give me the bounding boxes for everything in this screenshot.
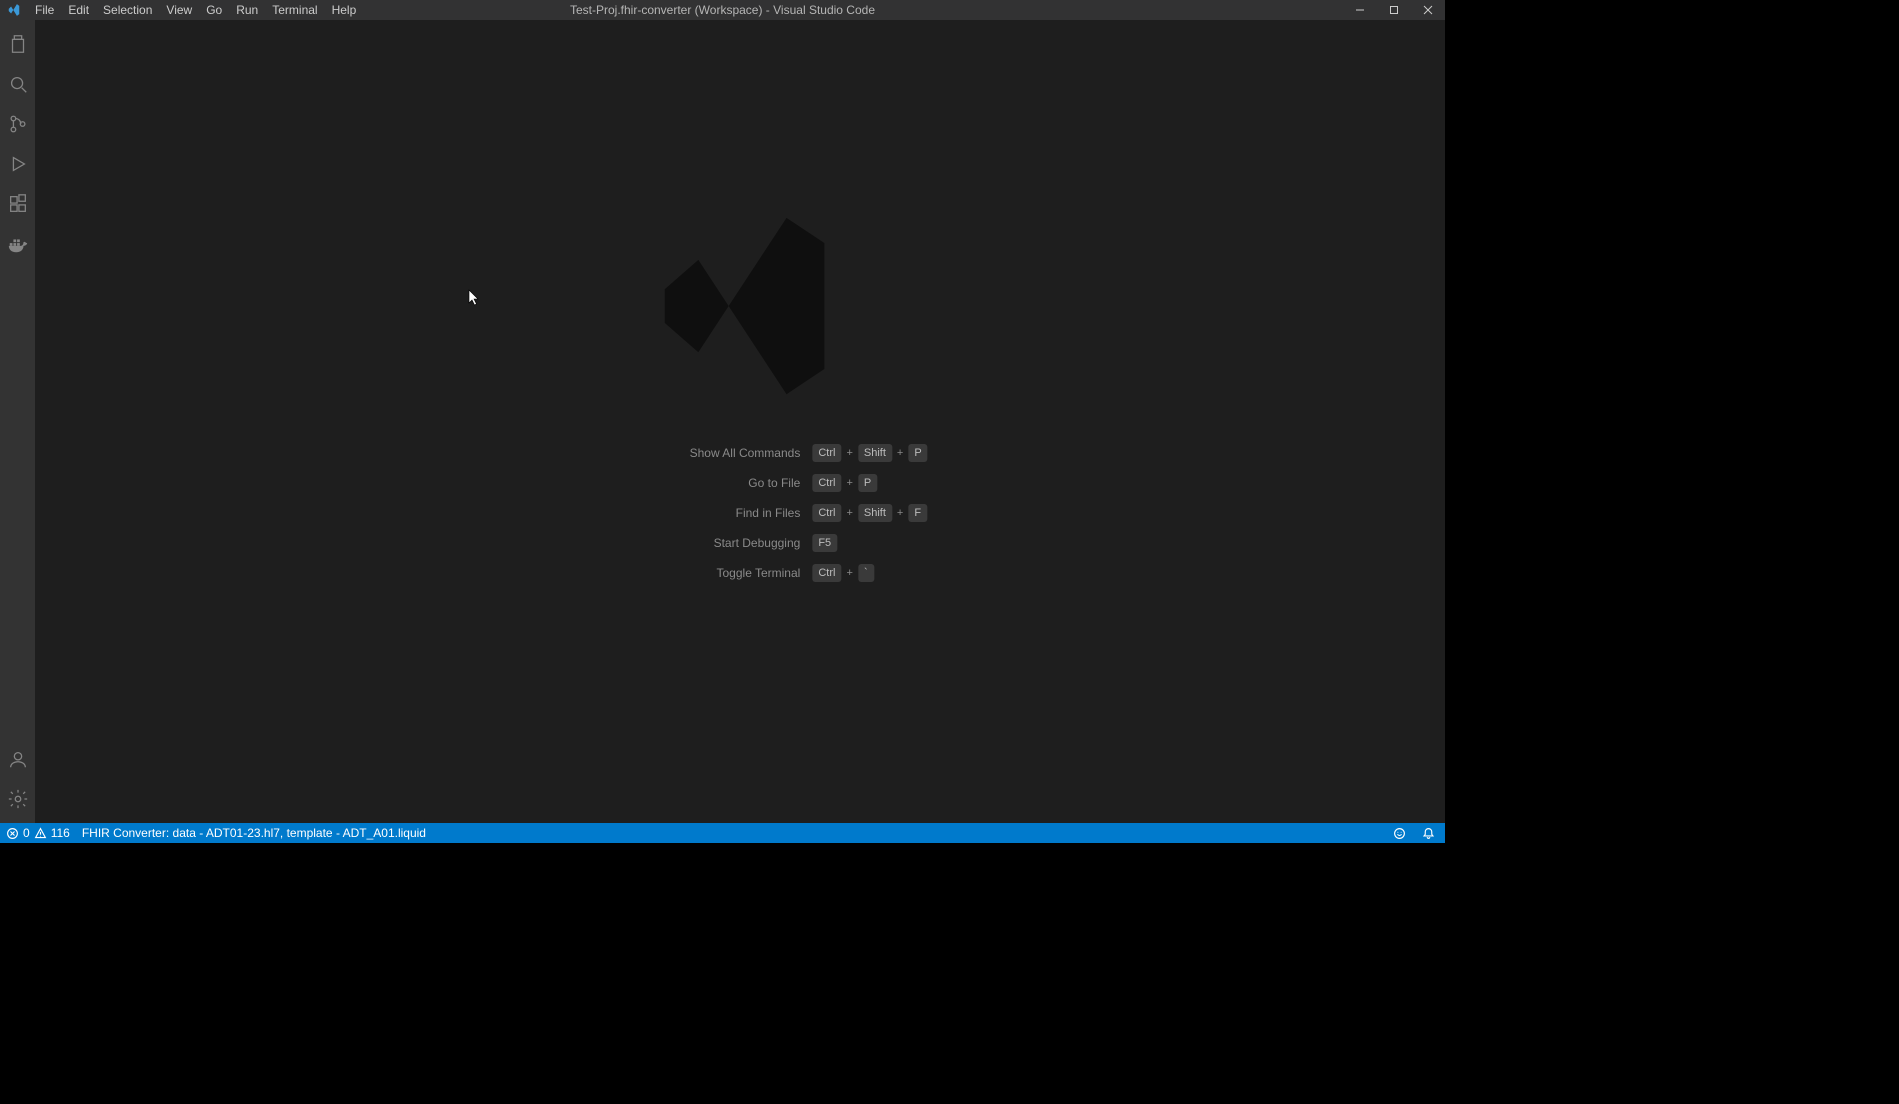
extensions-icon[interactable] (0, 184, 35, 224)
plus: + (896, 447, 904, 459)
key: P (908, 444, 927, 462)
key: Ctrl (812, 504, 841, 522)
vscode-logo-watermark (635, 201, 845, 414)
menu-selection[interactable]: Selection (96, 0, 159, 20)
window-minimize-button[interactable] (1343, 0, 1377, 20)
plus: + (845, 567, 853, 579)
status-fhir-converter[interactable]: FHIR Converter: data - ADT01-23.hl7, tem… (76, 823, 432, 843)
watermark: Show All Commands Ctrl + Shift + P Go to… (552, 201, 927, 582)
warning-count: 116 (51, 826, 70, 840)
warning-icon (34, 827, 47, 840)
gear-icon[interactable] (0, 779, 35, 819)
shortcut-hints: Show All Commands Ctrl + Shift + P Go to… (552, 444, 927, 582)
shortcut-row: Start Debugging F5 (552, 534, 927, 552)
shortcut-row: Find in Files Ctrl + Shift + F (552, 504, 927, 522)
source-control-icon[interactable] (0, 104, 35, 144)
shortcut-row: Show All Commands Ctrl + Shift + P (552, 444, 927, 462)
status-bell-icon[interactable] (1416, 823, 1441, 843)
menu-run[interactable]: Run (229, 0, 265, 20)
shortcut-label: Show All Commands (552, 446, 812, 460)
shortcut-keys: Ctrl + P (812, 474, 877, 492)
shortcut-keys: Ctrl + Shift + F (812, 504, 927, 522)
error-count: 0 (23, 826, 30, 840)
menu-view[interactable]: View (159, 0, 199, 20)
shortcut-row: Go to File Ctrl + P (552, 474, 927, 492)
status-fhir-text: FHIR Converter: data - ADT01-23.hl7, tem… (82, 826, 426, 840)
window-close-button[interactable] (1411, 0, 1445, 20)
shortcut-keys: F5 (812, 534, 837, 552)
key: Ctrl (812, 474, 841, 492)
search-icon[interactable] (0, 64, 35, 104)
plus: + (845, 507, 853, 519)
editor-empty-area: Show All Commands Ctrl + Shift + P Go to… (35, 20, 1445, 823)
key: Ctrl (812, 564, 841, 582)
shortcut-label: Toggle Terminal (552, 566, 812, 580)
title-bar: File Edit Selection View Go Run Terminal… (0, 0, 1445, 20)
key: F (908, 504, 927, 522)
status-bar: 0 116 FHIR Converter: data - ADT01-23.hl… (0, 823, 1445, 843)
plus: + (845, 477, 853, 489)
menu-help[interactable]: Help (325, 0, 364, 20)
menu-go[interactable]: Go (199, 0, 229, 20)
shortcut-label: Go to File (552, 476, 812, 490)
run-debug-icon[interactable] (0, 144, 35, 184)
window-maximize-button[interactable] (1377, 0, 1411, 20)
key: ` (858, 564, 874, 582)
shortcut-keys: Ctrl + Shift + P (812, 444, 927, 462)
plus: + (845, 447, 853, 459)
status-feedback-icon[interactable] (1387, 823, 1412, 843)
shortcut-label: Start Debugging (552, 536, 812, 550)
key: P (858, 474, 877, 492)
shortcut-keys: Ctrl + ` (812, 564, 874, 582)
key: Shift (858, 504, 892, 522)
key: Shift (858, 444, 892, 462)
menu-edit[interactable]: Edit (61, 0, 96, 20)
activity-bar (0, 20, 35, 823)
window-controls (1343, 0, 1445, 20)
shortcut-label: Find in Files (552, 506, 812, 520)
docker-icon[interactable] (0, 224, 35, 264)
plus: + (896, 507, 904, 519)
menu-terminal[interactable]: Terminal (265, 0, 324, 20)
vscode-app-icon (0, 0, 28, 20)
menu-file[interactable]: File (28, 0, 61, 20)
error-icon (6, 827, 19, 840)
key: Ctrl (812, 444, 841, 462)
key: F5 (812, 534, 837, 552)
menu-bar: File Edit Selection View Go Run Terminal… (28, 0, 363, 20)
status-problems[interactable]: 0 116 (0, 823, 76, 843)
shortcut-row: Toggle Terminal Ctrl + ` (552, 564, 927, 582)
explorer-icon[interactable] (0, 24, 35, 64)
accounts-icon[interactable] (0, 739, 35, 779)
